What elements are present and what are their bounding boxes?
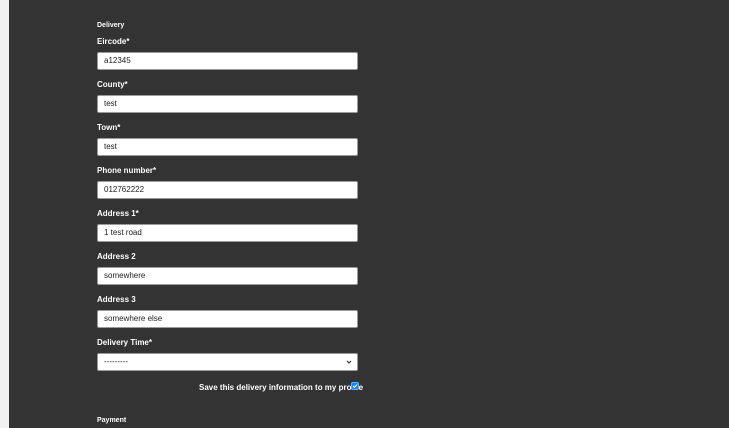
save-delivery-info-label: Save this delivery information to my pro… (199, 383, 364, 392)
eircode-label: Eircode* (97, 37, 130, 46)
address-2-label: Address 2 (97, 252, 136, 261)
delivery-time-select[interactable]: --------- (97, 353, 358, 371)
county-input[interactable]: test (97, 95, 358, 113)
county-label: County* (97, 80, 128, 89)
address-1-input[interactable]: 1 test road (97, 224, 358, 242)
address-3-label: Address 3 (97, 295, 136, 304)
payment-section-title: Payment (97, 417, 127, 424)
delivery-section-title: Delivery (97, 22, 125, 29)
address-2-input[interactable]: somewhere (97, 267, 358, 285)
phone-number-input[interactable]: 012762222 (97, 181, 358, 199)
town-input[interactable]: test (97, 138, 358, 156)
address-3-input[interactable]: somewhere else (97, 310, 358, 328)
page: Delivery Eircode* a12345 County* test To… (0, 0, 729, 428)
delivery-time-selected-value: --------- (104, 357, 128, 366)
save-delivery-info-checkbox[interactable] (351, 382, 359, 390)
checkout-form-panel: Delivery Eircode* a12345 County* test To… (9, 0, 729, 428)
address-1-label: Address 1* (97, 209, 139, 218)
chevron-down-icon (346, 360, 352, 364)
eircode-input[interactable]: a12345 (97, 52, 358, 70)
delivery-time-label: Delivery Time* (97, 338, 152, 347)
phone-number-label: Phone number* (97, 166, 157, 175)
town-label: Town* (97, 123, 121, 132)
checkmark-icon (352, 384, 358, 389)
